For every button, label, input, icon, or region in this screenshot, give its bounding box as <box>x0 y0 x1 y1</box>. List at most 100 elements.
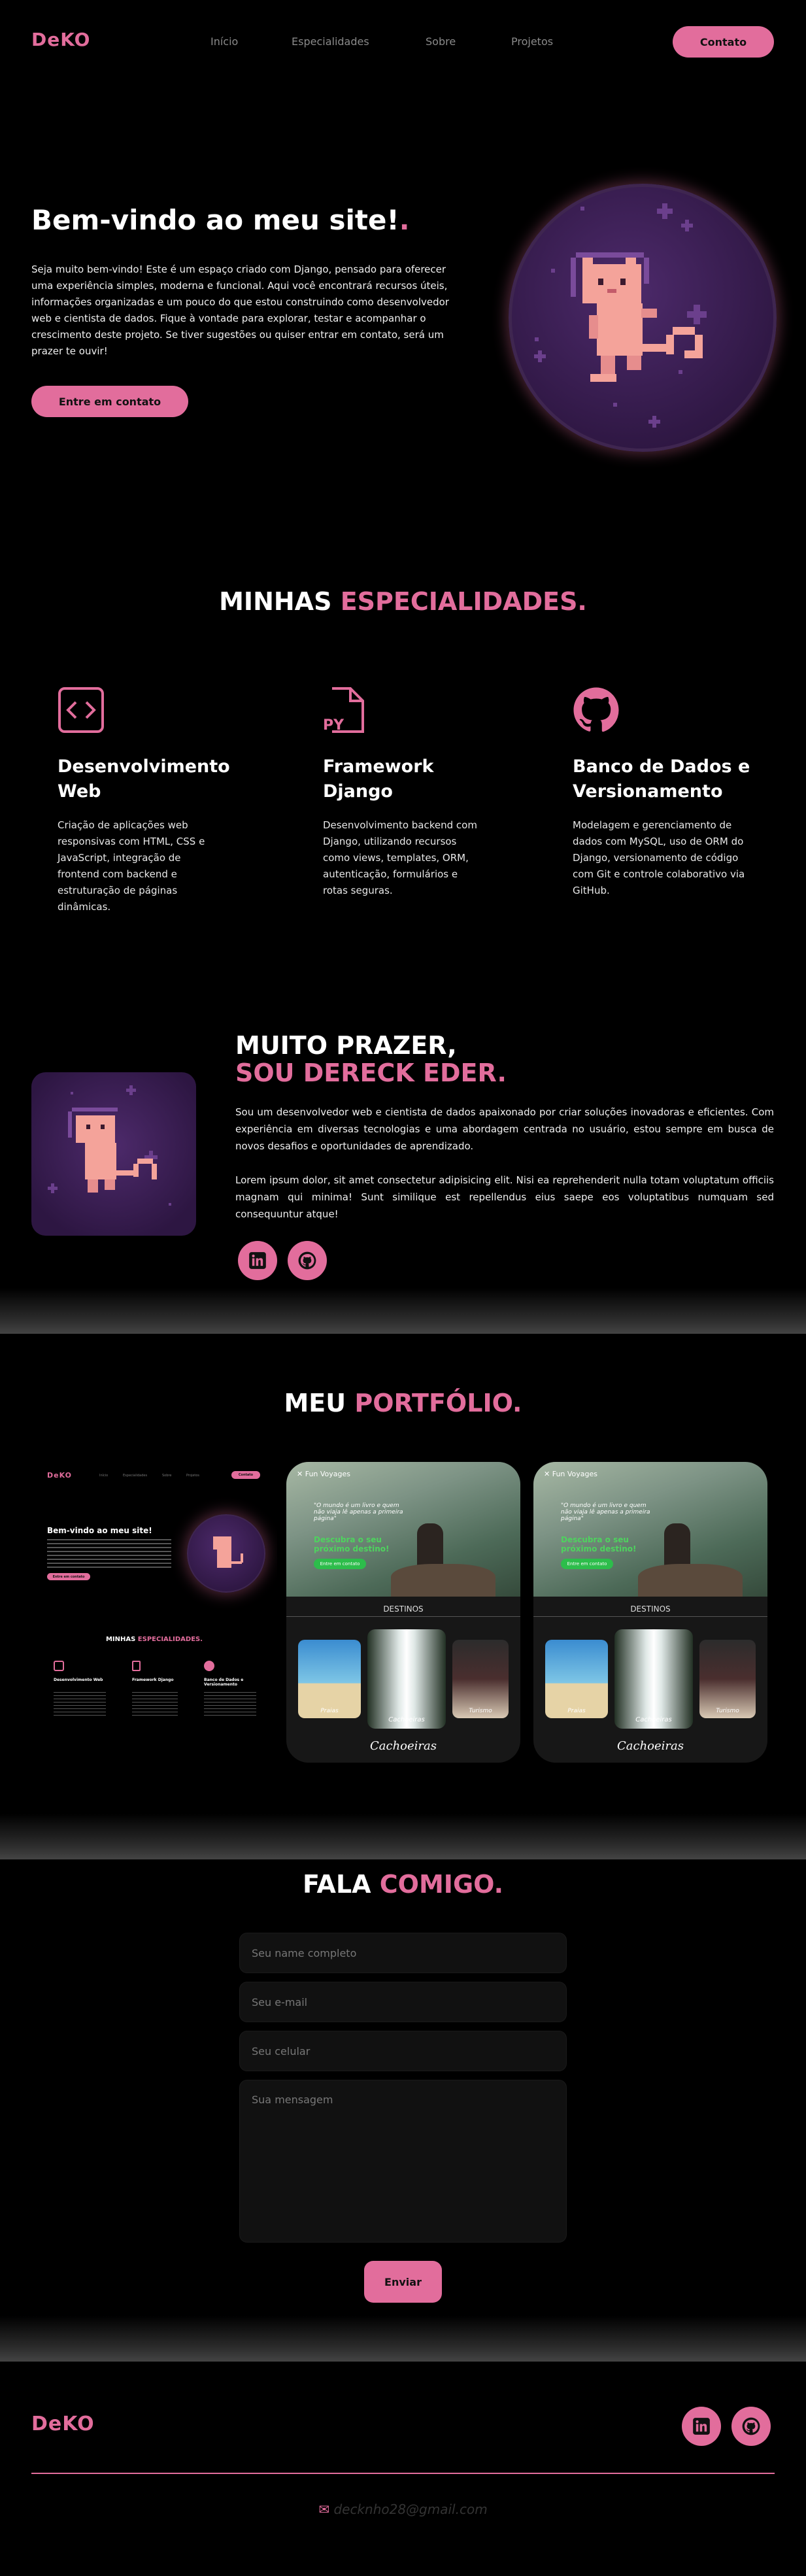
destination-card-beach: Praias <box>545 1640 608 1718</box>
travel-hero-image <box>533 1462 767 1597</box>
mini-spec-title-pink: ESPECIALIDADES. <box>137 1636 203 1643</box>
footer-divider <box>31 2473 775 2474</box>
github-icon <box>298 1251 316 1270</box>
footer-linkedin-button[interactable] <box>682 2407 721 2446</box>
travel-brand-text: Fun Voyages <box>552 1470 598 1478</box>
header-logo[interactable]: DeKO <box>31 29 90 50</box>
portfolio-card-deko-site[interactable]: DeKO Início Especialidades Sobre Projeto… <box>31 1462 277 1763</box>
github-icon <box>742 2417 760 2435</box>
footer-logo[interactable]: DeKO <box>31 2413 95 2435</box>
footer-email[interactable]: ✉ decknho28@gmail.com <box>0 2501 806 2517</box>
specialty-text: Desenvolvimento backend com Django, util… <box>323 819 477 896</box>
mini-nav-item: Sobre <box>162 1474 172 1478</box>
mini-spec-title: Framework Django <box>132 1678 174 1682</box>
destination-card-beach: Praias <box>298 1640 361 1718</box>
hero-avatar <box>509 184 777 452</box>
travel-featured-label: Cachoeiras <box>617 1739 684 1753</box>
portfolio-title-pink: PORTFÓLIO. <box>354 1389 522 1417</box>
travel-contact-button: Entre em contato <box>561 1559 613 1569</box>
footer-github-button[interactable] <box>731 2407 771 2446</box>
phone-input[interactable] <box>239 2031 567 2071</box>
portfolio-card-travel-1[interactable]: ✕ Fun Voyages "O mundo é um livro e quem… <box>286 1462 520 1763</box>
travel-cta-text: Descubra o seu próximo destino! <box>561 1535 637 1553</box>
mini-python-file-icon <box>132 1661 141 1671</box>
specialties-title-white: MINHAS <box>219 587 341 616</box>
mini-hero-title: Bem-vindo ao meu site! <box>47 1526 152 1535</box>
traveler-figure <box>664 1523 690 1569</box>
mini-spec-text <box>132 1692 178 1717</box>
destination-card-waterfall: Cachoeiras <box>614 1629 693 1729</box>
specialty-item-database: Banco de Dados e Versionamento Modelagem… <box>573 686 750 896</box>
destination-label: Cachoeiras <box>388 1716 425 1723</box>
rock-ledge <box>638 1564 743 1597</box>
travel-quote: "O mundo é um livro e quem não viaja lê … <box>561 1502 650 1522</box>
mini-specialties-title: MINHAS ESPECIALIDADES. <box>31 1636 277 1643</box>
envelope-icon: ✉ <box>318 2501 330 2517</box>
code-icon <box>58 687 104 733</box>
contact-button[interactable]: Contato <box>673 26 774 58</box>
destination-card-waterfall: Cachoeiras <box>367 1629 446 1729</box>
about-paragraph-2: Lorem ipsum dolor, sit amet consectetur … <box>235 1174 774 1220</box>
email-input[interactable] <box>239 1982 567 2022</box>
destination-card-tourism: Turismo <box>699 1640 756 1718</box>
about-title-white: MUITO PRAZER, <box>235 1031 457 1060</box>
travel-quote: "O mundo é um livro e quem não viaja lê … <box>314 1502 403 1522</box>
mini-spec-text <box>54 1692 106 1717</box>
travel-contact-button: Entre em contato <box>314 1559 366 1569</box>
footer-email-text: decknho28@gmail.com <box>333 2501 488 2517</box>
specialty-text: Criação de aplicações web responsivas co… <box>58 819 205 913</box>
contact-title-white: FALA <box>302 1870 380 1899</box>
github-button[interactable] <box>288 1241 327 1280</box>
pixel-astronaut-cat-icon <box>48 1085 171 1206</box>
python-file-label: PY <box>323 717 344 734</box>
traveler-figure <box>417 1523 443 1569</box>
portfolio-title-white: MEU <box>284 1389 355 1417</box>
travel-hero-image <box>286 1462 520 1597</box>
mini-nav-item: Projetos <box>186 1474 200 1478</box>
destination-label: Praias <box>567 1708 586 1714</box>
nav-link-inicio[interactable]: Início <box>210 35 238 48</box>
mini-hero-avatar <box>187 1514 265 1593</box>
mini-spec-title-white: MINHAS <box>105 1636 138 1643</box>
destination-label: Cachoeiras <box>635 1716 672 1723</box>
nav-link-especialidades[interactable]: Especialidades <box>292 35 369 48</box>
mini-cta-button: Entre em contato <box>47 1573 90 1580</box>
mini-github-icon <box>204 1661 214 1671</box>
section-divider <box>0 1288 806 1334</box>
destination-label: Turismo <box>716 1708 739 1714</box>
mini-contact-button: Contato <box>231 1471 260 1479</box>
travel-section-title: DESTINOS <box>383 1604 424 1614</box>
contact-title-pink: COMIGO. <box>379 1870 504 1899</box>
travel-brand-text: Fun Voyages <box>305 1470 351 1478</box>
nav-link-sobre[interactable]: Sobre <box>426 35 456 48</box>
portfolio-title: MEU PORTFÓLIO. <box>0 1389 806 1417</box>
mini-spec-title: Desenvolvimento Web <box>54 1678 103 1682</box>
destination-label: Praias <box>320 1708 339 1714</box>
linkedin-button[interactable] <box>238 1241 277 1280</box>
github-icon <box>573 687 619 732</box>
mini-spec-text <box>204 1692 256 1717</box>
hero-text: Seja muito bem-vindo! Este é um espaço c… <box>31 263 449 357</box>
linkedin-icon <box>249 1252 266 1269</box>
rock-ledge <box>391 1564 495 1597</box>
about-paragraph-1: Sou um desenvolvedor web e cientista de … <box>235 1106 774 1152</box>
about-title-pink: SOU DERECK EDER. <box>235 1059 507 1087</box>
submit-button[interactable]: Enviar <box>364 2261 442 2303</box>
mini-code-icon <box>54 1661 64 1671</box>
hero-title-dot: . <box>399 204 410 236</box>
mini-nav-item: Início <box>99 1474 109 1478</box>
portfolio-card-travel-2[interactable]: ✕ Fun Voyages "O mundo é um livro e quem… <box>533 1462 767 1763</box>
section-divider <box>0 1814 806 1859</box>
message-textarea[interactable] <box>239 2080 567 2243</box>
divider <box>533 1616 767 1617</box>
pixel-astronaut-cat-icon <box>534 203 707 428</box>
travel-section-title: DESTINOS <box>630 1604 671 1614</box>
hero-cta-button[interactable]: Entre em contato <box>31 386 188 417</box>
destination-label: Turismo <box>469 1708 492 1714</box>
nav-link-projetos[interactable]: Projetos <box>511 35 553 48</box>
specialty-item-django: PY Framework Django Desenvolvimento back… <box>323 686 477 896</box>
pixel-astronaut-cat-icon <box>213 1536 243 1568</box>
destination-card-tourism: Turismo <box>452 1640 509 1718</box>
about-avatar <box>31 1072 196 1236</box>
name-input[interactable] <box>239 1933 567 1973</box>
